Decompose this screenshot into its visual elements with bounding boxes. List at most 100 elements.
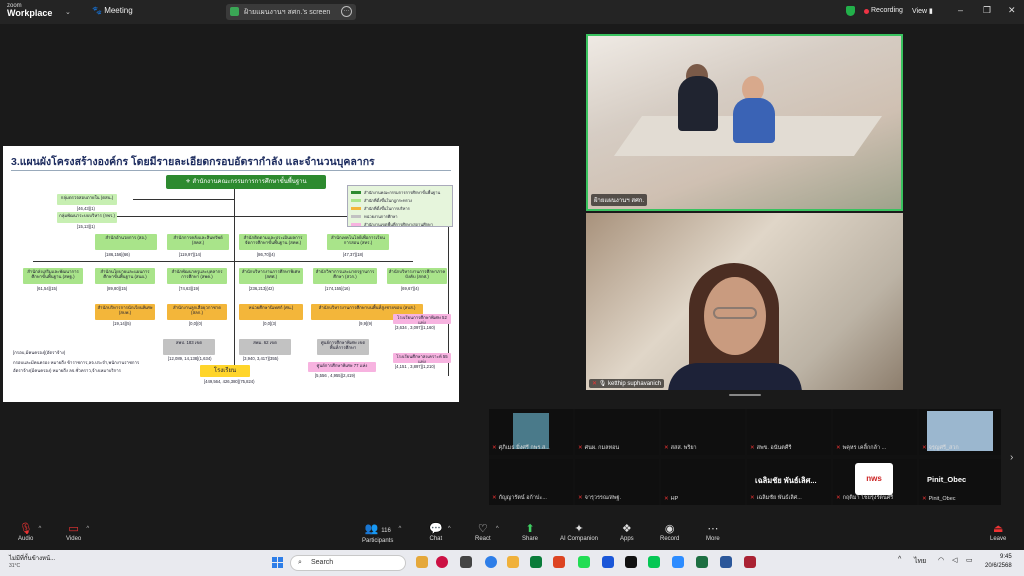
battery-icon[interactable]: ▭ [966, 556, 973, 564]
react-button[interactable]: ♡ React ^ [475, 523, 499, 542]
mic-muted-icon: ✕ [922, 445, 927, 451]
apps-button[interactable]: ❖ Apps [620, 523, 634, 542]
resize-handle[interactable] [729, 394, 761, 396]
sparkle-icon: ✦ [574, 523, 584, 535]
windows-taskbar: ไม่มีที่กั้นข้างหน้... 31°C ⌕ Search ^ ไทย… [0, 550, 1024, 576]
gallery-tile[interactable]: เฉลิมชัย พันธ์เลิศ... ✕ เฉลิมชัย พันธ์เลิศ… [747, 459, 831, 505]
gallery-tile[interactable]: ✕ สพข. อนันตคีรี [747, 409, 831, 455]
leave-button[interactable]: ⏏ Leave [990, 523, 1006, 542]
ai-companion-button[interactable]: ✦ AI Companion [560, 523, 598, 542]
org-count: [69,67](4) [401, 286, 419, 291]
org-box: สำนักพัฒนาครูและบุคลากรการศึกษา (สพค.) [167, 268, 227, 284]
app-icon[interactable] [744, 556, 756, 568]
word-icon[interactable] [720, 556, 732, 568]
weather-widget[interactable]: ไม่มีที่กั้นข้างหน้... 31°C [9, 553, 89, 569]
browser-icon[interactable] [485, 556, 497, 568]
share-screen-icon [230, 7, 239, 16]
org-box: ศูนย์การศึกษาพิเศษ เขตพื้นที่การศึกษา [317, 339, 369, 355]
mic-muted-icon: ✕ [578, 445, 583, 451]
gallery-tile[interactable]: ✕ จรุญศรี_สวก [919, 409, 1001, 455]
record-icon [864, 9, 869, 14]
next-page-icon[interactable]: › [1010, 452, 1013, 463]
app-icon[interactable] [578, 556, 590, 568]
org-count: [236,213](42) [249, 286, 274, 291]
mic-muted-icon: ✕ [664, 445, 669, 451]
record-button[interactable]: ◉ Record [660, 523, 679, 542]
app-icon[interactable] [602, 556, 614, 568]
legend-item: หน่วยงานการศึกษา [351, 213, 398, 220]
folder-icon[interactable] [507, 556, 519, 568]
gallery-strip: ✕ ศุภิเมธ มิ่งศรี กพร.ส... ✕ ศนผ. กมลทอน ✕… [489, 409, 1001, 505]
gallery-tile[interactable]: ✕ สสส. พริยา [661, 409, 745, 455]
audio-button[interactable]: 🎙 Audio ^ [18, 523, 41, 542]
zoom-icon[interactable] [672, 556, 684, 568]
gallery-tile[interactable]: ✕ HP [661, 459, 745, 505]
view-button[interactable]: View ▮ [912, 7, 933, 15]
share-button[interactable]: ⬆ Share [522, 523, 538, 542]
org-box: สำนักการคลังและสินทรัพย์ (สคส.) [167, 234, 229, 250]
org-box: โรงเรียนการศึกษาพิเศษ 52 แห่ง [393, 314, 451, 325]
more-button[interactable]: ⋯ More [706, 523, 720, 542]
close-icon[interactable]: ✕ [1008, 5, 1016, 16]
copilot-icon[interactable] [436, 556, 448, 568]
video-tile-speaker[interactable]: ✕ 🎙 ketthip suphavanich [586, 213, 903, 390]
connector [448, 216, 449, 376]
excel-icon[interactable] [696, 556, 708, 568]
app-icon[interactable] [460, 556, 472, 568]
participants-button[interactable]: 👥 116 Participants ^ [362, 523, 401, 544]
wifi-icon[interactable]: ◠ [938, 556, 944, 564]
chevron-down-icon[interactable]: ⌄ [65, 8, 71, 16]
gallery-tile[interactable]: ✕ จารุวรรณ/สพฐ. [575, 459, 659, 505]
language-indicator[interactable]: ไทย [914, 556, 926, 567]
legend-item: สำนักงานเขตพื้นที่การศึกษา/สถานศึกษา [351, 221, 433, 228]
chevron-up-icon[interactable]: ^ [898, 556, 901, 563]
org-box: โรงเรียนศึกษาสงเคราะห์ 55 แห่ง [393, 353, 451, 364]
shield-icon[interactable] [846, 6, 855, 16]
gallery-tile[interactable]: nws ✕ กฤติมา ไชยรุ่งรัตนศรี [833, 459, 917, 505]
tiktok-icon[interactable] [625, 556, 637, 568]
windows-start-icon[interactable] [272, 557, 283, 568]
org-box: ศูนย์การศึกษาพิเศษ 77 แห่ง [308, 362, 376, 372]
video-tile-room[interactable]: ฝ้ายแผนงานฯ สศก. [586, 34, 903, 211]
recording-status[interactable]: Recording [871, 7, 903, 14]
leave-icon: ⏏ [992, 523, 1004, 535]
speaker-icon[interactable]: ◁ [952, 556, 957, 564]
gallery-tile[interactable]: ✕ กัญญารัตน์ อก้าปะ... [489, 459, 573, 505]
side-box: กลุ่มตรวจสอบภายใน (ตสน.) [57, 194, 117, 205]
taskbar-search[interactable]: ⌕ Search [290, 555, 406, 571]
mic-muted-icon: ✕ [750, 445, 755, 451]
video-button[interactable]: ▭ Video ^ [66, 523, 89, 542]
mic-muted-icon: ✕ [836, 495, 841, 501]
connector [33, 261, 413, 262]
clock[interactable]: 9:45 20/6/2568 [985, 553, 1012, 571]
gallery-tile[interactable]: Pinit_Obec ✕ Pinit_Obec [919, 459, 1001, 505]
org-count: [174,155](16) [325, 286, 350, 291]
minimize-icon[interactable]: – [958, 5, 963, 15]
meeting-menu[interactable]: 🐾 Meeting [92, 6, 133, 15]
legend-item: สำนักที่ตั้งขึ้นในการบริหาร [351, 205, 410, 212]
gallery-tile[interactable]: ✕ พคุหร เคลิ้กกล้า ... [833, 409, 917, 455]
mic-muted-icon: ✕ [578, 495, 583, 501]
line-icon[interactable] [648, 556, 660, 568]
share-tab[interactable]: ฝ้ายแผนงานฯ สศก.'s screen ··· [226, 4, 356, 20]
org-count: [89,80](15) [107, 286, 128, 291]
org-box: สำนักบริหารการนักเรียนพิเศษ (สบพ.) [95, 304, 155, 320]
app-icon[interactable] [553, 556, 565, 568]
maximize-icon[interactable]: ❐ [983, 5, 991, 16]
gallery-tile[interactable]: ✕ ศุภิเมธ มิ่งศรี กพร.ส... [489, 409, 573, 455]
more-icon[interactable]: ··· [341, 6, 352, 17]
excel-icon[interactable] [530, 556, 542, 568]
slide-title: 3.แผนผังโครงสร้างองค์กร โดยมีรายละเอียดก… [11, 156, 375, 168]
chat-button[interactable]: 💬 Chat ^ [429, 523, 451, 542]
org-count: [9,9](9) [359, 321, 373, 326]
school-count: [449,564, 426,380](75,824) [204, 379, 255, 384]
caret-icon: ^ [38, 526, 42, 532]
org-count: [0,0](3) [263, 321, 277, 326]
shared-slide: 3.แผนผังโครงสร้างองค์กร โดยมีรายละเอียดก… [3, 146, 459, 402]
zoom-logo: zoom Workplace [7, 3, 53, 18]
gallery-tile[interactable]: ✕ ศนผ. กมลทอน [575, 409, 659, 455]
file-explorer-icon[interactable] [416, 556, 428, 568]
speaker-body [668, 363, 802, 390]
org-box: สพป. 183 เขต [163, 339, 215, 355]
caret-icon: ^ [398, 526, 402, 532]
